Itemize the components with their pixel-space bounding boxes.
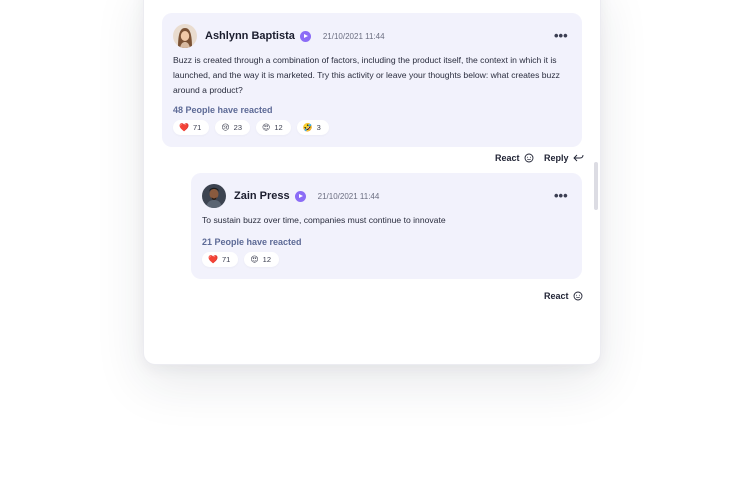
comment-header: Zain Press 21/10/2021 11:44 <box>202 184 379 208</box>
heart-icon: ❤️ <box>179 122 189 132</box>
comment-header: Ashlynn Baptista 21/10/2021 11:44 <box>173 24 385 48</box>
reaction-count: 23 <box>233 123 242 132</box>
reaction-count: 12 <box>262 255 271 264</box>
verified-badge-icon <box>299 30 311 42</box>
reaction-pill[interactable]: 😍 12 <box>244 252 279 267</box>
timestamp: 21/10/2021 11:44 <box>322 31 385 41</box>
crying-face-icon: 😢 <box>221 122 230 132</box>
reaction-summary[interactable]: 21 People have reacted <box>202 237 302 247</box>
more-options-icon[interactable]: ••• <box>554 29 568 42</box>
reaction-count: 3 <box>316 123 321 132</box>
react-label: React <box>495 153 520 163</box>
scrollbar-thumb[interactable] <box>594 162 598 210</box>
reply-label: Reply <box>544 153 569 163</box>
smiley-add-icon <box>524 153 533 163</box>
comment-text: To sustain buzz over time, companies mus… <box>202 215 446 225</box>
reaction-pill[interactable]: ❤️ 71 <box>202 252 239 267</box>
heart-eyes-icon: 😍 <box>262 122 271 132</box>
avatar[interactable] <box>173 24 197 48</box>
reaction-count: 12 <box>274 123 283 132</box>
reply-button[interactable]: Reply <box>544 153 584 163</box>
author-name[interactable]: Ashlynn Baptista <box>205 30 295 42</box>
comment-text: Buzz is created through a combination of… <box>173 55 560 95</box>
reaction-count: 71 <box>192 123 202 132</box>
react-button[interactable]: React <box>495 153 534 163</box>
react-label: React <box>544 291 569 301</box>
verified-badge-icon <box>294 190 306 202</box>
rolling-laugh-icon: 🤣 <box>302 122 313 132</box>
reaction-list: ❤️ 71 😢 23 😍 12 🤣 3 <box>173 120 329 135</box>
reaction-pill[interactable]: ❤️ 71 <box>173 120 210 135</box>
more-options-icon[interactable]: ••• <box>554 189 568 202</box>
reaction-list: ❤️ 71 😍 12 <box>202 252 279 267</box>
reply-arrow-icon <box>572 154 583 162</box>
heart-eyes-icon: 😍 <box>250 254 259 264</box>
react-button[interactable]: React <box>544 291 583 301</box>
author-name[interactable]: Zain Press <box>234 190 290 202</box>
smiley-add-icon <box>573 291 582 301</box>
reaction-count: 71 <box>221 255 231 264</box>
reaction-pill[interactable]: 😍 12 <box>256 120 291 135</box>
reaction-summary[interactable]: 48 People have reacted <box>173 105 273 115</box>
reaction-pill[interactable]: 🤣 3 <box>296 120 329 135</box>
reaction-pill[interactable]: 😢 23 <box>215 120 250 135</box>
timestamp: 21/10/2021 11:44 <box>317 191 380 201</box>
heart-icon: ❤️ <box>208 254 218 264</box>
avatar[interactable] <box>202 184 226 208</box>
